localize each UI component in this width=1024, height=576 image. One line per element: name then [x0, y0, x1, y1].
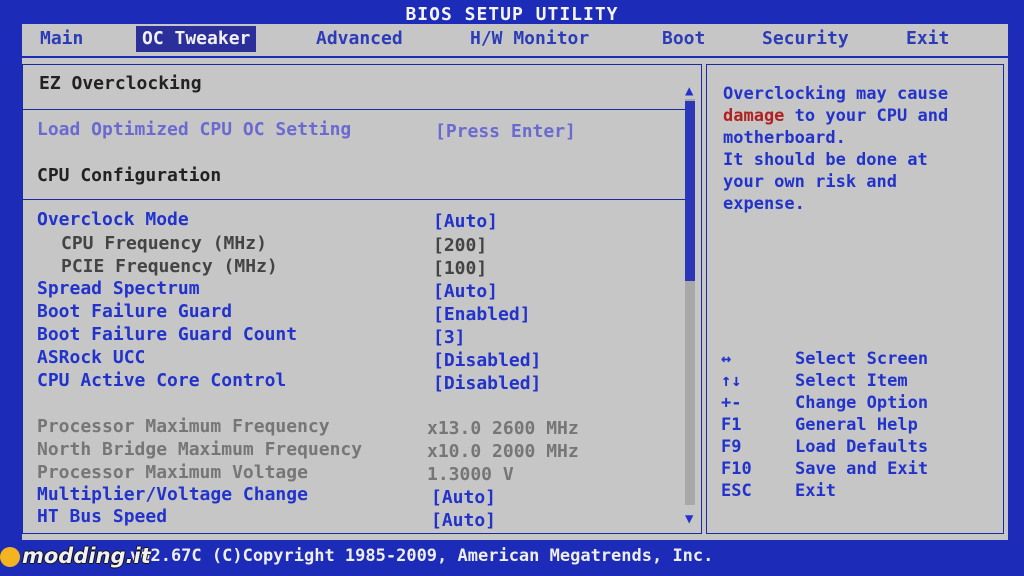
asrock-ucc-value[interactable]: [Disabled]	[433, 350, 541, 371]
up-down-arrows-icon: ↑↓	[721, 371, 742, 391]
overclock-mode-label[interactable]: Overclock Mode	[37, 209, 189, 230]
key-desc-exit: Exit	[795, 481, 836, 501]
bios-screen: BIOS SETUP UTILITY Main OC Tweaker Advan…	[0, 0, 1024, 576]
divider	[23, 109, 685, 110]
key-desc-save-and-exit: Save and Exit	[795, 459, 929, 479]
ht-bus-speed-label[interactable]: HT Bus Speed	[37, 506, 167, 527]
key-esc: ESC	[721, 481, 752, 501]
processor-max-frequency-label: Processor Maximum Frequency	[37, 416, 330, 437]
divider	[23, 199, 685, 200]
ht-bus-speed-value[interactable]: [Auto]	[431, 510, 496, 531]
overclock-mode-value[interactable]: [Auto]	[433, 211, 498, 232]
key-desc-select-item: Select Item	[795, 371, 908, 391]
watermark-text: modding.it	[22, 544, 151, 568]
cpu-frequency-label: CPU Frequency (MHz)	[61, 233, 267, 254]
main-panel: EZ Overclocking Load Optimized CPU OC Se…	[22, 58, 1008, 540]
section-cpu-configuration: CPU Configuration	[37, 165, 222, 186]
tab-exit[interactable]: Exit	[900, 26, 955, 52]
tab-advanced[interactable]: Advanced	[310, 26, 409, 52]
cpu-active-core-control-value[interactable]: [Disabled]	[433, 373, 541, 394]
menu-bar: Main OC Tweaker Advanced H/W Monitor Boo…	[22, 24, 1008, 56]
help-line: motherboard.	[723, 128, 846, 148]
scrollbar-thumb[interactable]	[685, 101, 695, 281]
tab-boot[interactable]: Boot	[656, 26, 711, 52]
tab-hw-monitor[interactable]: H/W Monitor	[464, 26, 595, 52]
key-desc-change-option: Change Option	[795, 393, 929, 413]
help-line: your own risk and	[723, 172, 897, 192]
boot-failure-guard-count-value[interactable]: [3]	[433, 327, 466, 348]
boot-failure-guard-label[interactable]: Boot Failure Guard	[37, 301, 232, 322]
multiplier-voltage-change-value[interactable]: [Auto]	[431, 487, 496, 508]
key-desc-load-defaults: Load Defaults	[795, 437, 929, 457]
scroll-up-icon[interactable]: ▲	[685, 83, 693, 99]
help-line-rest: to your CPU and	[784, 106, 949, 126]
key-plus-minus: +-	[721, 393, 742, 413]
key-desc-select-screen: Select Screen	[795, 349, 929, 369]
key-f1: F1	[721, 415, 742, 435]
asrock-ucc-label[interactable]: ASRock UCC	[37, 347, 145, 368]
tab-oc-tweaker[interactable]: OC Tweaker	[136, 26, 257, 52]
key-f9: F9	[721, 437, 742, 457]
help-line: Overclocking may cause	[723, 84, 949, 104]
load-optimized-value[interactable]: [Press Enter]	[435, 121, 576, 142]
spread-spectrum-value[interactable]: [Auto]	[433, 281, 498, 302]
spread-spectrum-label[interactable]: Spread Spectrum	[37, 278, 200, 299]
help-frame: Overclocking may cause damage to your CP…	[706, 64, 1004, 534]
nb-max-frequency-label: North Bridge Maximum Frequency	[37, 439, 363, 460]
copyright-footer: v02.67C (C)Copyright 1985-2009, American…	[130, 546, 714, 566]
processor-max-voltage-value: 1.3000 V	[427, 464, 514, 485]
watermark-logo: modding.it	[0, 544, 151, 572]
multiplier-voltage-change-label[interactable]: Multiplier/Voltage Change	[37, 484, 308, 505]
scroll-down-icon[interactable]: ▼	[685, 511, 693, 527]
tab-main[interactable]: Main	[34, 26, 89, 52]
cpu-active-core-control-label[interactable]: CPU Active Core Control	[37, 370, 286, 391]
processor-max-frequency-value: x13.0 2600 MHz	[427, 418, 579, 439]
pcie-frequency-value: [100]	[433, 258, 488, 279]
boot-failure-guard-count-label[interactable]: Boot Failure Guard Count	[37, 324, 297, 345]
boot-failure-guard-value[interactable]: [Enabled]	[433, 304, 531, 325]
nb-max-frequency-value: x10.0 2000 MHz	[427, 441, 579, 462]
help-line: It should be done at	[723, 150, 928, 170]
pcie-frequency-label: PCIE Frequency (MHz)	[61, 256, 278, 277]
section-ez-overclocking: EZ Overclocking	[39, 73, 202, 94]
cpu-frequency-value: [200]	[433, 235, 488, 256]
key-desc-general-help: General Help	[795, 415, 918, 435]
processor-max-voltage-label: Processor Maximum Voltage	[37, 462, 308, 483]
load-optimized-label[interactable]: Load Optimized CPU OC Setting	[37, 119, 351, 140]
help-line: expense.	[723, 194, 805, 214]
tab-security[interactable]: Security	[756, 26, 855, 52]
help-text: Overclocking may cause damage to your CP…	[723, 83, 993, 215]
bios-title: BIOS SETUP UTILITY	[405, 4, 619, 25]
watermark-icon	[0, 547, 20, 567]
key-f10: F10	[721, 459, 752, 479]
help-warning-word: damage	[723, 106, 785, 126]
settings-frame: EZ Overclocking Load Optimized CPU OC Se…	[22, 64, 702, 534]
help-line: damage to your CPU and	[723, 105, 993, 127]
left-right-arrows-icon: ↔	[721, 349, 732, 369]
